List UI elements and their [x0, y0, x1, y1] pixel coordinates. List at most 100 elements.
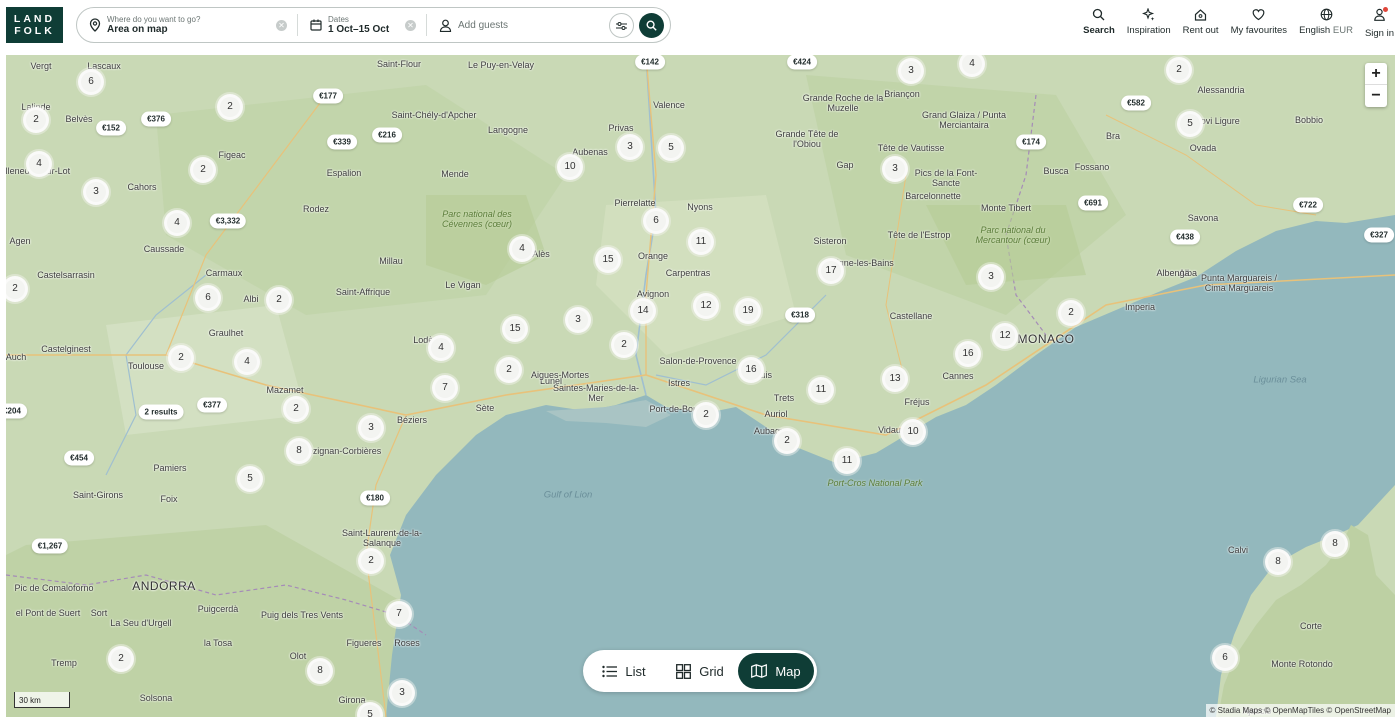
cluster-marker[interactable]: 2 — [358, 548, 384, 574]
guests-field[interactable]: Add guests — [427, 8, 670, 42]
cluster-marker[interactable]: 2 — [217, 94, 243, 120]
cluster-marker[interactable]: 2 — [496, 357, 522, 383]
clear-where-icon[interactable]: ✕ — [276, 20, 287, 31]
grid-view-button[interactable]: Grid — [662, 653, 738, 689]
cluster-marker[interactable]: 11 — [688, 229, 714, 255]
nav-search[interactable]: Search — [1083, 8, 1115, 36]
nav-inspiration[interactable]: Inspiration — [1127, 8, 1171, 36]
cluster-marker[interactable]: 3 — [978, 264, 1004, 290]
cluster-marker[interactable]: 5 — [1177, 111, 1203, 137]
cluster-marker[interactable]: 17 — [818, 258, 844, 284]
cluster-marker[interactable]: 11 — [834, 448, 860, 474]
cluster-marker[interactable]: 4 — [234, 349, 260, 375]
map-view-button[interactable]: Map — [738, 653, 814, 689]
where-field[interactable]: Where do you want to go? Area on map ✕ — [77, 8, 297, 42]
price-marker[interactable]: €177 — [313, 88, 343, 104]
cluster-marker[interactable]: 16 — [955, 341, 981, 367]
price-marker[interactable]: €722 — [1293, 197, 1323, 213]
dates-field[interactable]: Dates 1 Oct–15 Oct ✕ — [298, 8, 426, 42]
cluster-marker[interactable]: 3 — [898, 58, 924, 84]
cluster-marker[interactable]: 3 — [565, 307, 591, 333]
cluster-marker[interactable]: 3 — [617, 134, 643, 160]
cluster-marker[interactable]: 15 — [595, 247, 621, 273]
cluster-marker[interactable]: 2 — [266, 287, 292, 313]
map-attribution[interactable]: © Stadia Maps © OpenMapTiles © OpenStree… — [1205, 704, 1395, 717]
cluster-marker[interactable]: 10 — [900, 419, 926, 445]
cluster-marker[interactable]: 12 — [992, 323, 1018, 349]
cluster-marker[interactable]: 8 — [1322, 531, 1348, 557]
cluster-marker[interactable]: 6 — [78, 69, 104, 95]
zoom-in-button[interactable]: + — [1365, 63, 1387, 85]
cluster-marker[interactable]: 2 — [23, 107, 49, 133]
zoom-out-button[interactable]: − — [1365, 85, 1387, 107]
cluster-marker[interactable]: 5 — [658, 135, 684, 161]
cluster-marker[interactable]: 7 — [386, 601, 412, 627]
price-marker[interactable]: €424 — [787, 55, 817, 70]
cluster-marker[interactable]: 4 — [428, 335, 454, 361]
landfolk-logo[interactable]: LAND FOLK — [6, 7, 63, 43]
cluster-marker[interactable]: 4 — [509, 236, 535, 262]
list-view-button[interactable]: List — [586, 653, 662, 689]
cluster-marker[interactable]: 2 — [190, 157, 216, 183]
filter-button[interactable] — [609, 13, 634, 38]
price-marker[interactable]: €152 — [96, 120, 126, 136]
cluster-marker[interactable]: 19 — [735, 298, 761, 324]
cluster-marker[interactable]: 2 — [693, 402, 719, 428]
price-marker[interactable]: €377 — [197, 397, 227, 413]
cluster-marker[interactable]: 8 — [1265, 549, 1291, 575]
cluster-marker[interactable]: 2 — [1166, 57, 1192, 83]
cluster-marker[interactable]: 7 — [432, 375, 458, 401]
price-marker[interactable]: €376 — [141, 111, 171, 127]
cluster-marker[interactable]: 5 — [237, 466, 263, 492]
cluster-marker[interactable]: 16 — [738, 357, 764, 383]
cluster-marker[interactable]: 6 — [1212, 645, 1238, 671]
cluster-marker[interactable]: 15 — [502, 316, 528, 342]
price-marker[interactable]: €691 — [1078, 195, 1108, 211]
price-marker[interactable]: €3,332 — [209, 213, 247, 229]
clear-dates-icon[interactable]: ✕ — [405, 20, 416, 31]
nav-sign-in[interactable]: Sign in — [1365, 7, 1394, 39]
nav-language[interactable]: English EUR — [1299, 8, 1353, 36]
results-count-pill[interactable]: 2 results — [138, 404, 184, 420]
place-label: Sisteron — [813, 236, 847, 246]
cluster-marker[interactable]: 2 — [1058, 300, 1084, 326]
map-view[interactable]: VergtLascauxLalindeBelvèsFigeacVilleneuv… — [6, 55, 1395, 717]
price-marker[interactable]: €318 — [785, 307, 815, 323]
cluster-marker[interactable]: 8 — [307, 658, 333, 684]
cluster-marker[interactable]: 3 — [882, 156, 908, 182]
cluster-marker[interactable]: 11 — [808, 377, 834, 403]
cluster-marker[interactable]: 3 — [83, 179, 109, 205]
cluster-marker[interactable]: 2 — [108, 646, 134, 672]
price-marker[interactable]: €204 — [6, 403, 27, 419]
price-marker[interactable]: €180 — [360, 490, 390, 506]
currency-label: EUR — [1332, 25, 1353, 36]
price-marker[interactable]: €339 — [327, 134, 357, 150]
cluster-marker[interactable]: 14 — [630, 298, 656, 324]
cluster-marker[interactable]: 4 — [164, 210, 190, 236]
price-marker[interactable]: €454 — [64, 450, 94, 466]
cluster-marker[interactable]: 2 — [283, 396, 309, 422]
price-marker[interactable]: €174 — [1016, 134, 1046, 150]
cluster-marker[interactable]: 12 — [693, 293, 719, 319]
notification-dot — [1382, 7, 1388, 12]
cluster-marker[interactable]: 2 — [611, 332, 637, 358]
cluster-marker[interactable]: 2 — [774, 428, 800, 454]
nav-favourites[interactable]: My favourites — [1231, 8, 1287, 36]
price-marker[interactable]: €327 — [1364, 227, 1394, 243]
cluster-marker[interactable]: 8 — [286, 438, 312, 464]
cluster-marker[interactable]: 2 — [168, 345, 194, 371]
nav-rent-out[interactable]: Rent out — [1183, 8, 1219, 36]
cluster-marker[interactable]: 3 — [389, 680, 415, 706]
cluster-marker[interactable]: 10 — [557, 154, 583, 180]
price-marker[interactable]: €142 — [635, 55, 665, 70]
price-marker[interactable]: €582 — [1121, 95, 1151, 111]
cluster-marker[interactable]: 6 — [643, 208, 669, 234]
price-marker[interactable]: €216 — [372, 127, 402, 143]
cluster-marker[interactable]: 13 — [882, 366, 908, 392]
cluster-marker[interactable]: 6 — [195, 285, 221, 311]
search-submit-button[interactable] — [639, 13, 664, 38]
cluster-marker[interactable]: 3 — [358, 415, 384, 441]
cluster-marker[interactable]: 4 — [26, 151, 52, 177]
price-marker[interactable]: €438 — [1170, 229, 1200, 245]
price-marker[interactable]: €1,267 — [31, 538, 69, 554]
